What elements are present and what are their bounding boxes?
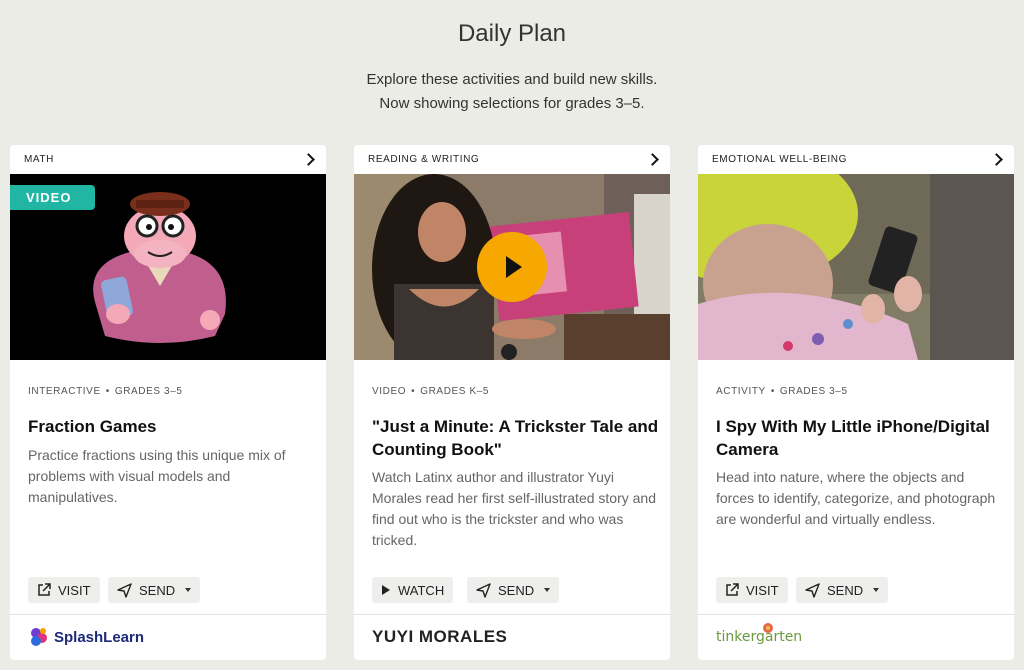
partner-logo-splashlearn[interactable]: SplashLearn [28,623,144,651]
send-label: SEND [827,582,864,598]
watch-label: WATCH [398,582,445,598]
intro-line-2: Now showing selections for grades 3–5. [379,95,645,112]
child-with-phone-photo [698,174,1014,360]
card-title[interactable]: I Spy With My Little iPhone/Digital Came… [716,415,1006,461]
card-description: Watch Latinx author and illustrator Yuyi… [372,469,656,548]
divider [698,614,1014,615]
card-title[interactable]: Fraction Games [28,415,318,438]
partner-name: SplashLearn [54,628,145,646]
send-button[interactable]: SEND [796,577,889,603]
caret-down-icon [544,588,551,592]
card-meta: ACTIVITY • GRADES 3–5 [716,386,848,397]
card-thumbnail[interactable] [698,174,1014,360]
activity-card-i-spy: EMOTIONAL WELL-BEING ACTIVITY • GRADES 3–5… [698,145,1014,660]
card-title[interactable]: "Just a Minute: A Trickster Tale and Cou… [372,415,662,461]
partner-logo-tinkergarten[interactable]: tinkergarten [716,623,802,651]
resource-type: VIDEO [372,386,407,397]
meta-separator: • [770,386,775,397]
chevron-right-icon [302,153,315,166]
card-category-link[interactable]: MATH [10,145,326,174]
card-meta: INTERACTIVE • GRADES 3–5 [28,386,183,397]
divider [354,614,670,615]
activity-card-trickster-tale: READING & WRITING VIDEO • GRADES K–5 "Just… [354,145,670,660]
card-category-link[interactable]: READING & WRITING [354,145,670,174]
partner-name: tinkergarten [716,629,803,645]
send-icon [805,582,820,598]
card-category: READING & WRITING [368,154,480,165]
play-video-button[interactable] [477,232,547,302]
watch-button[interactable]: WATCH [372,577,454,603]
visit-button[interactable]: VISIT [28,577,100,603]
meta-separator: • [105,386,110,397]
card-category: MATH [24,154,54,165]
intro-text: Explore these activities and build new s… [0,68,1024,116]
visit-label: VISIT [746,582,779,598]
card-description: Head into nature, where the objects and … [716,469,996,527]
external-link-icon [38,583,51,596]
grade-range: GRADES 3–5 [114,386,183,397]
chevron-right-icon [990,153,1003,166]
visit-label: VISIT [58,582,91,598]
caret-down-icon [185,588,192,592]
flower-icon [763,623,774,633]
play-icon [382,585,390,595]
card-category: EMOTIONAL WELL-BEING [712,154,847,165]
resource-type: INTERACTIVE [28,386,101,397]
card-thumbnail[interactable] [354,174,670,360]
card-description: Practice fractions using this unique mix… [28,447,286,505]
page-title: Daily Plan [457,20,567,47]
meta-separator: • [411,386,416,397]
card-category-link[interactable]: EMOTIONAL WELL-BEING [698,145,1014,174]
send-button[interactable]: SEND [467,577,560,603]
video-badge: VIDEO [10,185,95,210]
send-button[interactable]: SEND [108,577,201,603]
caret-down-icon [873,588,880,592]
card-thumbnail[interactable]: VIDEO [10,174,326,360]
splashlearn-mark-icon [31,628,47,646]
external-link-icon [726,583,739,596]
send-icon [117,582,132,598]
partner-name: YUYI MORALES [372,627,508,646]
send-icon [476,582,491,598]
chevron-right-icon [646,153,659,166]
card-meta: VIDEO • GRADES K–5 [372,386,489,397]
divider [10,614,326,615]
grade-range: GRADES K–5 [420,386,490,397]
activity-card-fraction-games: MATH VIDEO INTERACTIVE • GRADES 3–5 Fracti… [10,145,326,660]
intro-line-1: Explore these activities and build new s… [366,71,658,88]
visit-button[interactable]: VISIT [716,577,788,603]
send-label: SEND [498,582,535,598]
send-label: SEND [139,582,176,598]
resource-type: ACTIVITY [716,386,766,397]
partner-logo-yuyi-morales[interactable]: YUYI MORALES [372,623,507,651]
grade-range: GRADES 3–5 [779,386,848,397]
